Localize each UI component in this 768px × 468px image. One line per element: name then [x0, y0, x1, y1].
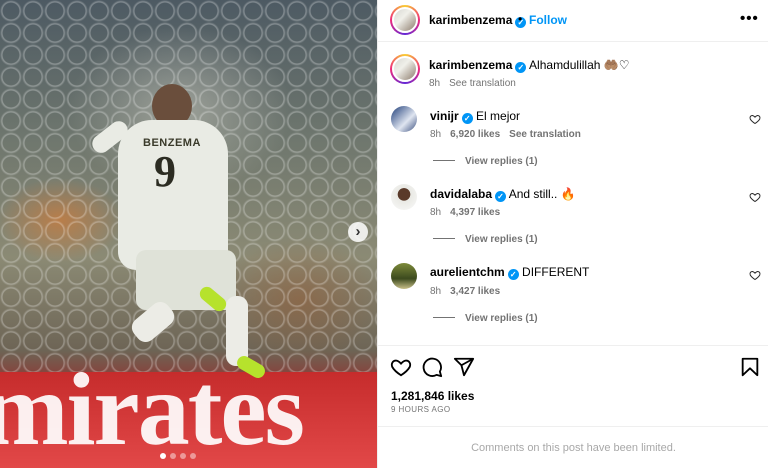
follow-button[interactable]: Follow: [529, 13, 567, 27]
replies-line: [433, 160, 455, 161]
verified-badge-icon: ✓: [495, 191, 507, 202]
caption-meta: 8h See translation: [429, 78, 525, 89]
comment-time[interactable]: 8h: [430, 207, 441, 218]
comment-username[interactable]: vinijr: [430, 109, 459, 123]
jersey-number: 9: [154, 147, 176, 196]
replies-line: [433, 238, 455, 239]
comment-avatar[interactable]: [391, 106, 417, 132]
view-replies-button[interactable]: View replies (1): [433, 234, 538, 245]
view-replies-label[interactable]: View replies (1): [465, 234, 538, 245]
comment-time[interactable]: 8h: [430, 129, 441, 140]
verified-badge-icon: ✓: [515, 62, 527, 73]
avatar[interactable]: [390, 5, 420, 35]
comment: aurelientchm ✓ DIFFERENT: [430, 265, 589, 280]
comment-username[interactable]: davidalaba: [430, 187, 492, 201]
comment-icon[interactable]: [421, 356, 443, 378]
save-bookmark-icon[interactable]: [739, 356, 761, 378]
carousel-dot: [180, 453, 186, 459]
author-username[interactable]: karimbenzema ✓: [429, 13, 527, 28]
like-heart-icon[interactable]: [390, 356, 412, 378]
see-translation-link[interactable]: See translation: [449, 78, 516, 89]
comment-likes[interactable]: 6,920 likes: [450, 129, 500, 140]
caption-avatar[interactable]: [390, 54, 420, 84]
post-header: karimbenzema ✓ • Follow •••: [378, 0, 768, 42]
comment-meta: 8h 4,397 likes: [430, 207, 509, 218]
author-username-text[interactable]: karimbenzema: [429, 13, 512, 27]
like-comment-heart-icon[interactable]: [749, 269, 761, 281]
comment-meta: 8h 6,920 likes See translation: [430, 129, 590, 140]
comments-limited-notice: Comments on this post have been limited.: [378, 426, 768, 468]
avatar-image: [392, 7, 418, 33]
verified-badge-icon: ✓: [461, 113, 473, 124]
comment-time[interactable]: 8h: [430, 286, 441, 297]
caption-time[interactable]: 8h: [429, 78, 440, 89]
comment: davidalaba ✓ And still.. 🔥: [430, 187, 576, 202]
more-options-icon[interactable]: •••: [740, 10, 759, 27]
comment-text: El mejor: [476, 109, 521, 123]
caption-username[interactable]: karimbenzema: [429, 58, 512, 72]
view-replies-button[interactable]: View replies (1): [433, 313, 538, 324]
comment-text: And still.. 🔥: [508, 187, 576, 201]
replies-line: [433, 317, 455, 318]
view-replies-button[interactable]: View replies (1): [433, 156, 538, 167]
post-timestamp[interactable]: 9 HOURS AGO: [391, 405, 451, 414]
comment: vinijr ✓ El mejor: [430, 109, 520, 124]
comment-meta: 8h 3,427 likes: [430, 286, 509, 297]
carousel-dot: [190, 453, 196, 459]
see-translation-link[interactable]: See translation: [509, 129, 581, 140]
like-comment-heart-icon[interactable]: [749, 113, 761, 125]
next-image-button[interactable]: ›: [348, 222, 368, 242]
comment-likes[interactable]: 3,427 likes: [450, 286, 500, 297]
view-replies-label[interactable]: View replies (1): [465, 156, 538, 167]
like-comment-heart-icon[interactable]: [749, 191, 761, 203]
view-replies-label[interactable]: View replies (1): [465, 313, 538, 324]
verified-badge-icon: ✓: [507, 269, 519, 280]
comment-avatar[interactable]: [391, 263, 417, 289]
carousel-dot: [160, 453, 166, 459]
share-icon[interactable]: [453, 356, 475, 378]
post-actions: 1,281,846 likes 9 HOURS AGO: [378, 345, 768, 425]
like-count[interactable]: 1,281,846 likes: [391, 389, 474, 403]
comment-likes[interactable]: 4,397 likes: [450, 207, 500, 218]
comment-username[interactable]: aurelientchm: [430, 265, 505, 279]
caption-text: Alhamdulillah 🤲🏽♡: [529, 58, 630, 72]
comment-text: DIFFERENT: [522, 265, 590, 279]
avatar-image: [392, 56, 418, 82]
caption: karimbenzema ✓ Alhamdulillah 🤲🏽♡: [429, 58, 629, 73]
separator-dot: •: [518, 12, 523, 26]
carousel-indicator: [160, 453, 196, 459]
carousel-dot: [170, 453, 176, 459]
post-side-panel: karimbenzema ✓ • Follow ••• karimbenzema ✓…: [377, 0, 768, 468]
post-photo[interactable]: mirates BENZEMA 9 ›: [0, 0, 377, 468]
comment-avatar[interactable]: [391, 184, 417, 210]
